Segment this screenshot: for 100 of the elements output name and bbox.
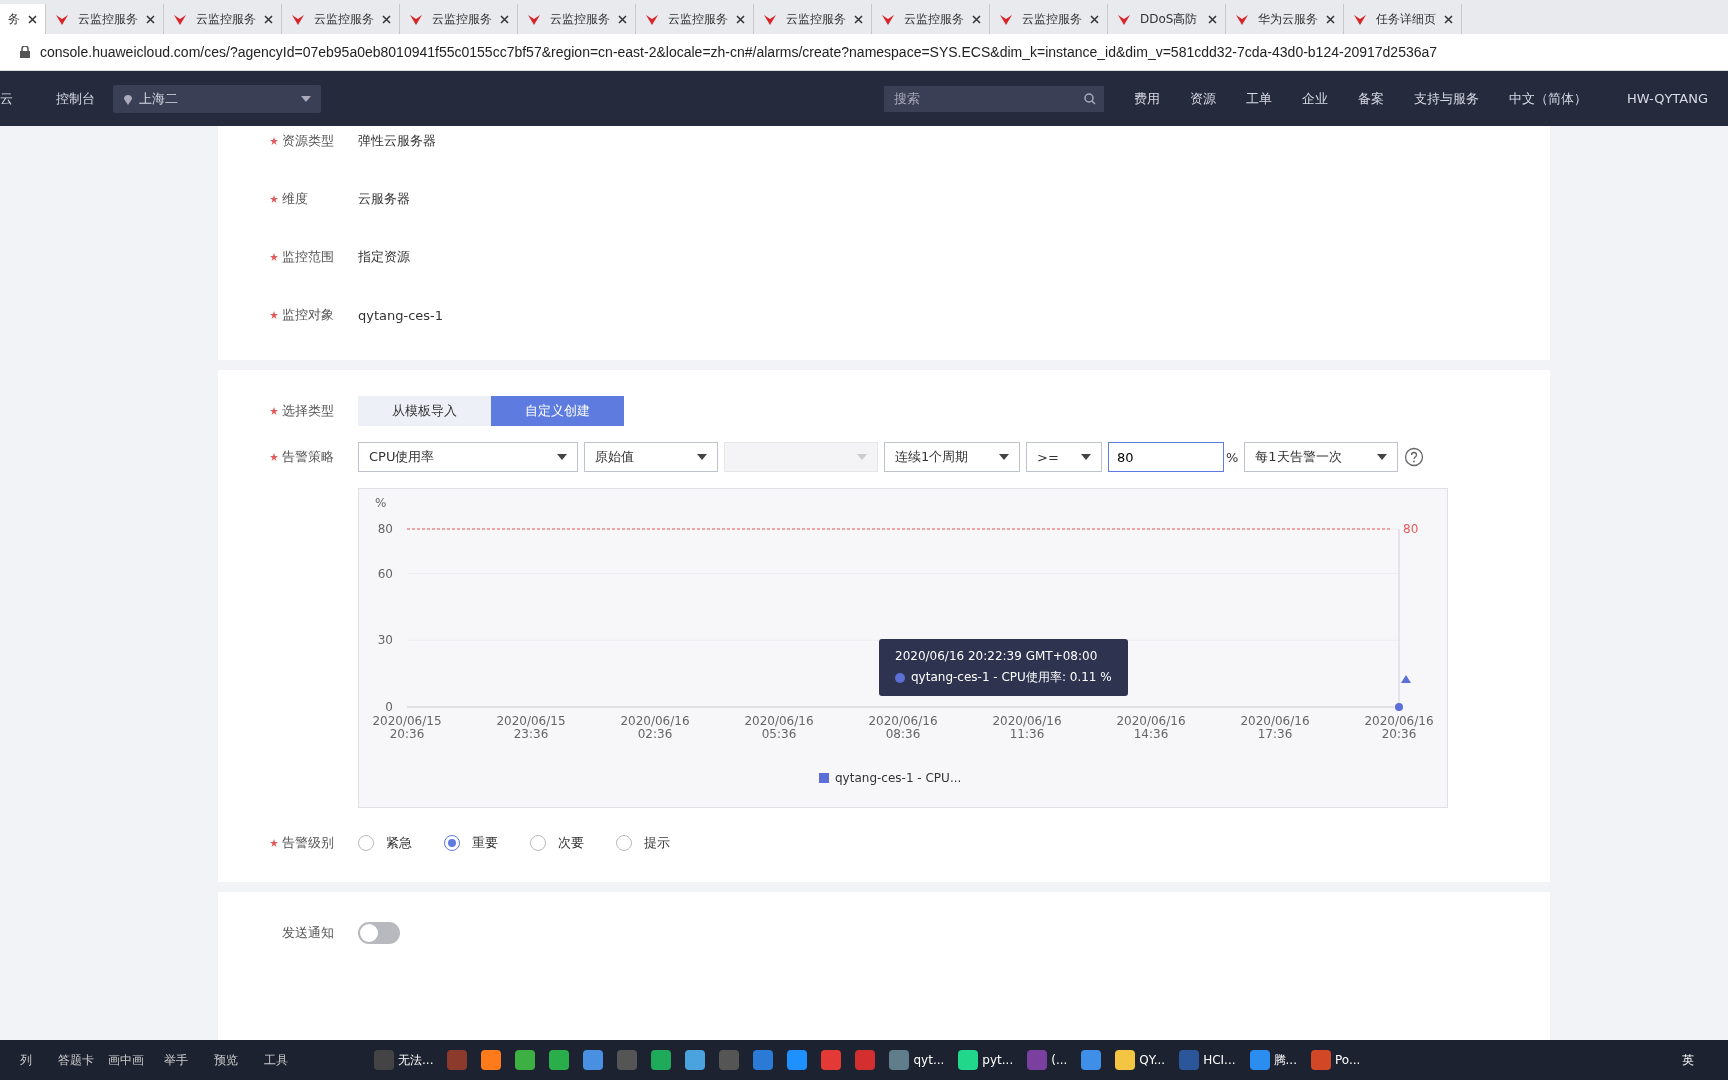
nav-link[interactable]: 支持与服务 [1413,89,1479,108]
close-icon[interactable] [146,14,155,24]
tick-label: 2020/06/16 17:36 [1240,714,1310,741]
tick-label: 2020/06/16 05:36 [744,714,814,741]
search-icon [1083,92,1096,105]
close-icon[interactable] [1326,14,1335,24]
field-value: 弹性云服务器 [358,132,436,150]
close-icon[interactable] [972,14,981,24]
player-tool[interactable]: 画中画 [104,1051,148,1069]
dropdown[interactable]: 连续1个周期 [884,442,1020,472]
caret-icon [999,454,1009,460]
close-icon[interactable] [736,14,745,24]
required-icon [270,407,278,415]
level-radio[interactable]: 紧急 [358,834,412,852]
ime-indicator[interactable]: 英 [1682,1051,1694,1069]
user-menu[interactable]: HW-QYTANG [1626,91,1708,106]
caret-icon [557,454,567,460]
close-icon[interactable] [264,14,273,24]
field-label: 资源类型 [282,132,335,150]
field-label: 选择类型 [282,402,335,420]
nav-link[interactable]: 费用 [1133,89,1160,108]
tick-label: 80 [377,522,393,536]
tick-label: 2020/06/15 23:36 [496,714,566,741]
dropdown[interactable]: CPU使用率 [358,442,578,472]
caret-icon [1081,454,1091,460]
level-radio[interactable]: 提示 [616,834,670,852]
threshold-field[interactable]: 80 [1108,442,1224,472]
dropdown[interactable]: 原始值 [584,442,718,472]
nav-link[interactable]: 资源 [1189,89,1216,108]
level-radio[interactable]: 次要 [530,834,584,852]
taskbar-app[interactable]: HCI... [1175,1042,1240,1078]
console-link[interactable]: 控制台 [56,89,95,108]
caret-icon [1377,454,1388,460]
field-label: 监控范围 [282,248,335,266]
field-label: 监控对象 [282,306,335,324]
nav-link[interactable]: 中文（简体） [1508,89,1587,108]
field-value: qytang-ces-1 [358,307,444,323]
field-label: 维度 [282,190,309,208]
region-select[interactable]: 上海二 [113,84,321,113]
tick-label: 2020/06/16 20:36 [1364,714,1434,741]
required-icon [270,453,278,461]
search-input[interactable]: 搜索 [891,90,1084,107]
close-icon[interactable] [1090,14,1099,24]
player-tool[interactable]: 工具 [254,1051,298,1069]
caret-icon [857,454,867,460]
tick-label: 0 [385,700,393,714]
taskbar-app[interactable]: Po... [1306,1042,1365,1078]
nav-link[interactable]: 备案 [1357,89,1384,108]
help-icon[interactable] [1404,447,1425,467]
caret-icon [301,95,311,102]
search-field[interactable]: 搜索 [883,85,1104,112]
taskbar-app[interactable]: (... [1023,1042,1072,1078]
close-icon[interactable] [854,14,863,24]
taskbar-app[interactable]: 腾... [1245,1042,1301,1078]
field-label: 告警策略 [282,448,335,466]
tick-label: 2020/06/16 02:36 [620,714,690,741]
close-icon[interactable] [28,14,37,24]
field-label: 告警级别 [282,834,335,852]
close-icon[interactable] [382,14,391,24]
field-value: 云服务器 [358,190,410,208]
player-tool[interactable]: 答题卡 [54,1051,98,1069]
chart-tooltip: 2020/06/16 20:22:39 GMT+08:00 qytang-ces-1 - CPU使用率: 0.11 % [879,639,1128,696]
taskbar-app[interactable]: QY... [1111,1042,1170,1078]
player-tool[interactable]: 列 [4,1051,48,1069]
close-icon[interactable] [1444,14,1453,24]
close-icon[interactable] [618,14,627,24]
tick-label: 2020/06/16 08:36 [868,714,938,741]
tick-label: 2020/06/16 14:36 [1116,714,1186,741]
series-dot-icon [895,672,905,683]
tick-label: 30 [377,633,393,648]
field-label: 发送通知 [282,924,335,942]
brand-logo[interactable]: 云 [0,89,30,108]
notify-toggle[interactable] [358,922,400,944]
triangle-icon [1401,675,1411,683]
type-option[interactable]: 从模板导入 [358,396,491,426]
browser-tab[interactable]: 务 [0,4,46,34]
tick-label: 2020/06/15 20:36 [372,714,442,741]
close-icon[interactable] [500,14,509,24]
legend-label: qytang-ces-1 - CPU... [835,771,962,785]
type-option[interactable]: 自定义创建 [491,396,624,426]
tick-label: 2020/06/16 11:36 [992,714,1062,741]
nav-link[interactable]: 工单 [1245,89,1272,108]
close-icon[interactable] [1208,14,1217,24]
tick-label: 60 [377,566,393,581]
player-tool[interactable]: 举手 [154,1051,198,1069]
axis-unit: % [375,496,387,510]
nav-link[interactable]: 企业 [1301,89,1328,108]
level-radio[interactable]: 重要 [444,834,498,852]
taskbar-app[interactable]: 无法... [370,1042,438,1078]
caret-icon [697,454,707,460]
taskbar-app[interactable]: qyt... [885,1042,949,1078]
field-value: 指定资源 [358,248,410,266]
unit-label: % [1226,449,1239,465]
dropdown[interactable]: 每1天告警一次 [1244,442,1399,472]
location-icon [123,92,133,105]
data-point [1395,703,1403,711]
threshold-label: 80 [1403,522,1419,536]
player-tool[interactable]: 预览 [204,1051,248,1069]
taskbar-app[interactable]: pyt... [954,1042,1018,1078]
dropdown[interactable]: >= [1026,442,1102,472]
